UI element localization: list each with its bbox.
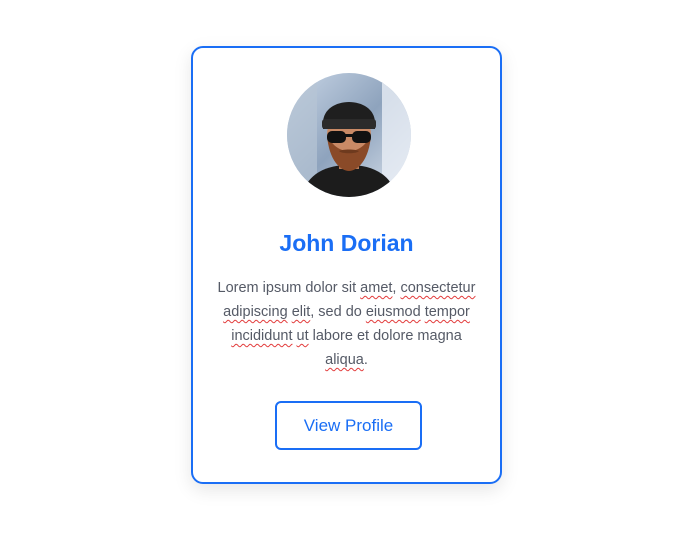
avatar-photo	[287, 73, 411, 197]
avatar	[287, 73, 411, 197]
profile-card: John Dorian Lorem ipsum dolor sit amet, …	[191, 46, 502, 484]
profile-bio: Lorem ipsum dolor sit amet, consectetur …	[217, 280, 476, 368]
profile-name: John Dorian	[279, 230, 414, 256]
view-profile-button[interactable]: View Profile	[275, 401, 422, 450]
